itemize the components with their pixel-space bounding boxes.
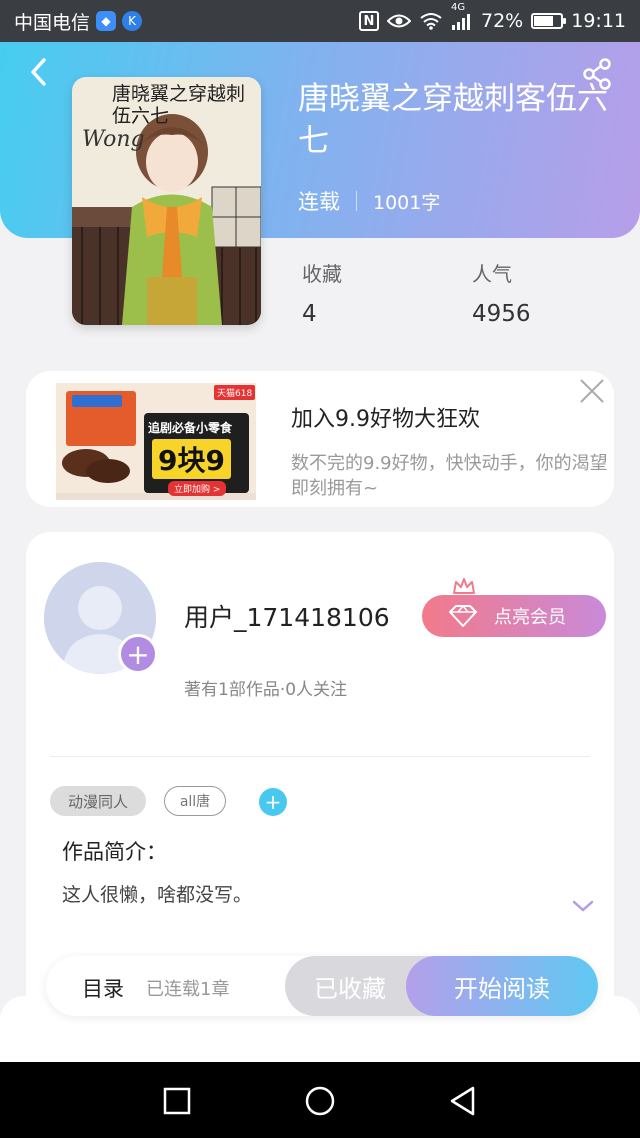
carrier-name: 中国电信	[14, 11, 91, 34]
wifi-icon	[419, 12, 443, 30]
intro-text: 这人很懒，啥都没写。	[62, 884, 253, 906]
toc-button[interactable]: 目录 已连载1章	[46, 956, 276, 1016]
ad-image-button: 立即加购 >	[168, 481, 227, 496]
stat-popularity: 人气 4956	[472, 258, 531, 327]
battery-percent: 72%	[481, 10, 524, 32]
plus-icon: +	[264, 790, 282, 814]
ad-image-banner: 追剧必备小零食	[148, 421, 233, 435]
toc-label: 目录	[82, 977, 124, 1001]
author-meta: 著有1部作品·0人关注	[184, 680, 348, 700]
expand-button[interactable]	[571, 894, 595, 918]
crown-icon	[452, 576, 476, 596]
circle-icon	[305, 1086, 335, 1116]
favorited-label: 已收藏	[314, 974, 386, 1003]
network-type: 4G	[451, 2, 466, 13]
book-title: 唐晓翼之穿越刺客伍六七	[298, 81, 608, 159]
tag-chip[interactable]: all唐	[164, 786, 226, 816]
meta-divider	[356, 191, 357, 211]
vip-button-label: 点亮会员	[494, 607, 566, 628]
back-nav-button[interactable]	[446, 1084, 480, 1118]
recents-button[interactable]	[160, 1084, 194, 1118]
chevron-left-icon	[31, 58, 46, 86]
ad-description: 数不完的9.9好物，快快动手，你的渴望即刻拥有~	[291, 453, 608, 499]
action-bar: 目录 已连载1章 已收藏 开始阅读	[46, 956, 598, 1016]
ad-image: 天猫618 追剧必备小零食 9块9 立即加购 >	[56, 383, 256, 500]
shield-icon: ◆	[96, 11, 117, 31]
square-icon	[163, 1087, 191, 1115]
signal-icon: 4G	[451, 2, 473, 30]
serial-status: 连载	[298, 190, 340, 214]
author-username[interactable]: 用户_171418106	[184, 598, 390, 634]
stat-label: 收藏	[302, 262, 342, 286]
triangle-back-icon	[450, 1086, 475, 1116]
back-button[interactable]	[22, 56, 54, 88]
system-nav-bar	[0, 1062, 640, 1138]
divider	[50, 756, 590, 757]
ad-image-tag: 天猫618	[214, 385, 256, 400]
ad-image-price: 9块9	[152, 439, 231, 479]
book-meta: 连载 1001字	[298, 186, 440, 216]
ad-title: 加入9.9好物大狂欢	[291, 407, 480, 432]
word-count: 1001字	[373, 191, 441, 214]
nfc-icon: N	[359, 11, 379, 31]
stat-label: 人气	[472, 262, 512, 286]
k-app-icon: K	[122, 11, 143, 31]
stat-value: 4956	[472, 301, 531, 327]
add-tag-button[interactable]: +	[259, 788, 287, 816]
stat-favorites: 收藏 4	[302, 258, 342, 327]
eye-icon	[387, 13, 411, 29]
start-reading-button[interactable]: 开始阅读	[406, 956, 598, 1016]
ad-close-button[interactable]	[578, 377, 606, 405]
diamond-icon	[449, 604, 477, 627]
stat-value: 4	[302, 301, 317, 327]
cover-script: Wong	[82, 127, 145, 152]
follow-author-button[interactable]: +	[118, 634, 158, 674]
status-bar: 中国电信 ◆ K N 4G 72% 19:11	[0, 0, 640, 42]
toc-chapter-count: 已连载1章	[146, 979, 230, 1000]
battery-icon	[531, 13, 567, 29]
clock: 19:11	[571, 10, 626, 32]
close-icon	[580, 379, 604, 403]
vip-button[interactable]: 点亮会员	[422, 595, 606, 637]
battery-fill	[534, 16, 553, 26]
ad-banner[interactable]: 天猫618 追剧必备小零食 9块9 立即加购 > 加入9.9好物大狂欢 数不完的…	[26, 371, 614, 507]
plus-icon: +	[126, 637, 150, 671]
start-reading-label: 开始阅读	[454, 974, 550, 1003]
chevron-down-icon	[572, 900, 594, 912]
cover-title: 唐晓翼之穿越刺伍六七	[112, 83, 246, 127]
home-button[interactable]	[303, 1084, 337, 1118]
book-cover[interactable]: 唐晓翼之穿越刺伍六七 Wong	[72, 77, 261, 325]
tag-chip[interactable]: 动漫同人	[50, 786, 146, 816]
intro-heading: 作品简介：	[62, 840, 167, 864]
